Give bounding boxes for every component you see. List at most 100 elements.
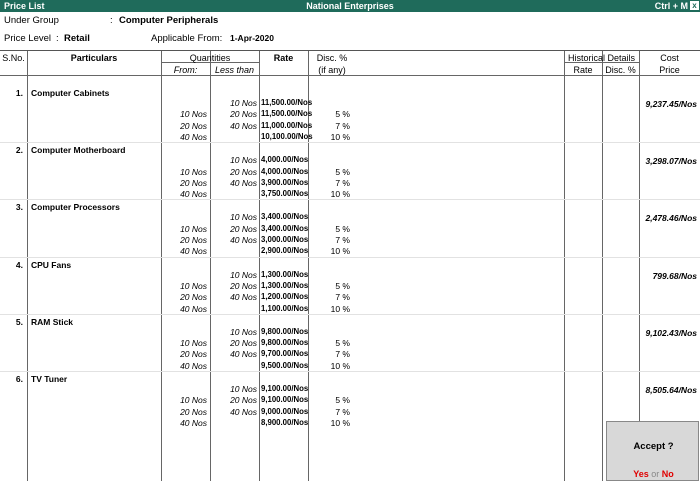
slab-disc[interactable]: 10 % bbox=[308, 132, 350, 142]
slab-less-than[interactable]: 20 Nos bbox=[210, 167, 257, 177]
slab-less-than[interactable]: 10 Nos bbox=[210, 327, 257, 337]
slab-from[interactable]: 10 Nos bbox=[161, 395, 207, 405]
applicable-from-value[interactable]: 1-Apr-2020 bbox=[230, 33, 274, 43]
slab-disc[interactable]: 7 % bbox=[308, 292, 350, 302]
col-quantities: Quantities bbox=[189, 53, 231, 63]
slab-rate[interactable]: 11,500.00/Nos bbox=[261, 98, 312, 107]
slab-rate[interactable]: 9,100.00/Nos bbox=[261, 395, 308, 404]
item-cost-price: 9,102.43/Nos bbox=[645, 327, 697, 338]
slab-less-than[interactable]: 20 Nos bbox=[210, 338, 257, 348]
slab-disc[interactable]: 10 % bbox=[308, 246, 350, 256]
item-name[interactable]: Computer Motherboard bbox=[31, 145, 125, 155]
item-name[interactable]: Computer Cabinets bbox=[31, 88, 109, 98]
slab-rate[interactable]: 4,000.00/Nos bbox=[261, 155, 308, 164]
slab-rate[interactable]: 3,400.00/Nos bbox=[261, 212, 308, 221]
slab-rate[interactable]: 2,900.00/Nos bbox=[261, 246, 308, 255]
header-bottom-line bbox=[0, 75, 700, 76]
slab-rate[interactable]: 9,100.00/Nos bbox=[261, 384, 308, 393]
slab-less-than[interactable]: 10 Nos bbox=[210, 270, 257, 280]
slab-disc[interactable]: 7 % bbox=[308, 178, 350, 188]
slab-from[interactable]: 20 Nos bbox=[161, 178, 207, 188]
item-name[interactable]: RAM Stick bbox=[31, 317, 73, 327]
price-level-value[interactable]: Retail bbox=[64, 33, 90, 44]
slab-rate[interactable]: 9,800.00/Nos bbox=[261, 338, 308, 347]
slab-less-than[interactable]: 40 Nos bbox=[210, 407, 257, 417]
slab-less-than[interactable]: 40 Nos bbox=[210, 349, 257, 359]
slab-rate[interactable]: 3,900.00/Nos bbox=[261, 178, 308, 187]
slab-rate[interactable]: 9,500.00/Nos bbox=[261, 361, 308, 370]
item-name[interactable]: CPU Fans bbox=[31, 260, 71, 270]
col-rate: Rate bbox=[273, 53, 294, 63]
slab-less-than[interactable]: 10 Nos bbox=[210, 212, 257, 222]
under-group-value[interactable]: Computer Peripherals bbox=[119, 15, 218, 26]
slab-from[interactable]: 40 Nos bbox=[161, 189, 207, 199]
slab-disc[interactable]: 10 % bbox=[308, 304, 350, 314]
slab-from[interactable]: 20 Nos bbox=[161, 235, 207, 245]
slab-less-than[interactable]: 20 Nos bbox=[210, 109, 257, 119]
slab-rate[interactable]: 10,100.00/Nos bbox=[261, 132, 313, 141]
slab-rate[interactable]: 11,000.00/Nos bbox=[261, 121, 312, 130]
yes-button[interactable]: Yes bbox=[633, 469, 649, 479]
slab-from[interactable]: 40 Nos bbox=[161, 418, 207, 428]
slab-disc[interactable]: 5 % bbox=[308, 109, 350, 119]
slab-disc[interactable]: 5 % bbox=[308, 224, 350, 234]
close-icon[interactable]: x bbox=[690, 1, 699, 10]
slab-disc[interactable]: 10 % bbox=[308, 361, 350, 371]
slab-less-than[interactable]: 40 Nos bbox=[210, 292, 257, 302]
slab-disc[interactable]: 7 % bbox=[308, 121, 350, 131]
slab-less-than[interactable]: 40 Nos bbox=[210, 235, 257, 245]
row-separator bbox=[0, 142, 700, 144]
slab-rate[interactable]: 1,300.00/Nos bbox=[261, 281, 308, 290]
slab-rate[interactable]: 11,500.00/Nos bbox=[261, 109, 312, 118]
slab-from[interactable]: 10 Nos bbox=[161, 281, 207, 291]
item-name[interactable]: Computer Processors bbox=[31, 202, 120, 212]
slab-rate[interactable]: 4,000.00/Nos bbox=[261, 167, 308, 176]
item-sno: 1. bbox=[15, 88, 23, 98]
slab-less-than[interactable]: 40 Nos bbox=[210, 121, 257, 131]
slab-disc[interactable]: 10 % bbox=[308, 189, 350, 199]
item-name[interactable]: TV Tuner bbox=[31, 374, 67, 384]
slab-from[interactable]: 40 Nos bbox=[161, 246, 207, 256]
slab-disc[interactable]: 7 % bbox=[308, 235, 350, 245]
slab-less-than[interactable]: 10 Nos bbox=[210, 98, 257, 108]
slab-from[interactable]: 20 Nos bbox=[161, 349, 207, 359]
slab-from[interactable]: 10 Nos bbox=[161, 167, 207, 177]
slab-disc[interactable]: 5 % bbox=[308, 395, 350, 405]
slab-from[interactable]: 20 Nos bbox=[161, 121, 207, 131]
slab-from[interactable]: 20 Nos bbox=[161, 292, 207, 302]
slab-from[interactable]: 40 Nos bbox=[161, 304, 207, 314]
slab-rate[interactable]: 1,300.00/Nos bbox=[261, 270, 308, 279]
slab-from[interactable]: 20 Nos bbox=[161, 407, 207, 417]
slab-less-than[interactable]: 20 Nos bbox=[210, 395, 257, 405]
slab-rate[interactable]: 1,100.00/Nos bbox=[261, 304, 308, 313]
row-separator bbox=[0, 313, 700, 315]
slab-from[interactable]: 10 Nos bbox=[161, 224, 207, 234]
slab-from[interactable]: 10 Nos bbox=[161, 338, 207, 348]
slab-rate[interactable]: 1,200.00/Nos bbox=[261, 292, 308, 301]
slab-less-than[interactable]: 20 Nos bbox=[210, 224, 257, 234]
slab-disc[interactable]: 7 % bbox=[308, 407, 350, 417]
slab-rate[interactable]: 3,400.00/Nos bbox=[261, 224, 308, 233]
slab-rate[interactable]: 3,000.00/Nos bbox=[261, 235, 308, 244]
slab-rate[interactable]: 9,700.00/Nos bbox=[261, 349, 308, 358]
slab-disc[interactable]: 10 % bbox=[308, 418, 350, 428]
slab-rate[interactable]: 9,800.00/Nos bbox=[261, 327, 308, 336]
slab-from[interactable]: 10 Nos bbox=[161, 109, 207, 119]
slab-less-than[interactable]: 40 Nos bbox=[210, 178, 257, 188]
slab-less-than[interactable]: 20 Nos bbox=[210, 281, 257, 291]
accept-options: Yes or No bbox=[607, 469, 700, 479]
slab-rate[interactable]: 8,900.00/Nos bbox=[261, 418, 308, 427]
slab-less-than[interactable]: 10 Nos bbox=[210, 384, 257, 394]
slab-disc[interactable]: 5 % bbox=[308, 338, 350, 348]
slab-disc[interactable]: 5 % bbox=[308, 281, 350, 291]
shortcut-label[interactable]: Ctrl + M bbox=[655, 1, 688, 11]
no-button[interactable]: No bbox=[662, 469, 674, 479]
slab-from[interactable]: 40 Nos bbox=[161, 132, 207, 142]
slab-from[interactable]: 40 Nos bbox=[161, 361, 207, 371]
slab-rate[interactable]: 9,000.00/Nos bbox=[261, 407, 308, 416]
slab-less-than[interactable]: 10 Nos bbox=[210, 155, 257, 165]
slab-disc[interactable]: 7 % bbox=[308, 349, 350, 359]
slab-rate[interactable]: 3,750.00/Nos bbox=[261, 189, 308, 198]
col-cost: Cost bbox=[660, 53, 679, 63]
slab-disc[interactable]: 5 % bbox=[308, 167, 350, 177]
